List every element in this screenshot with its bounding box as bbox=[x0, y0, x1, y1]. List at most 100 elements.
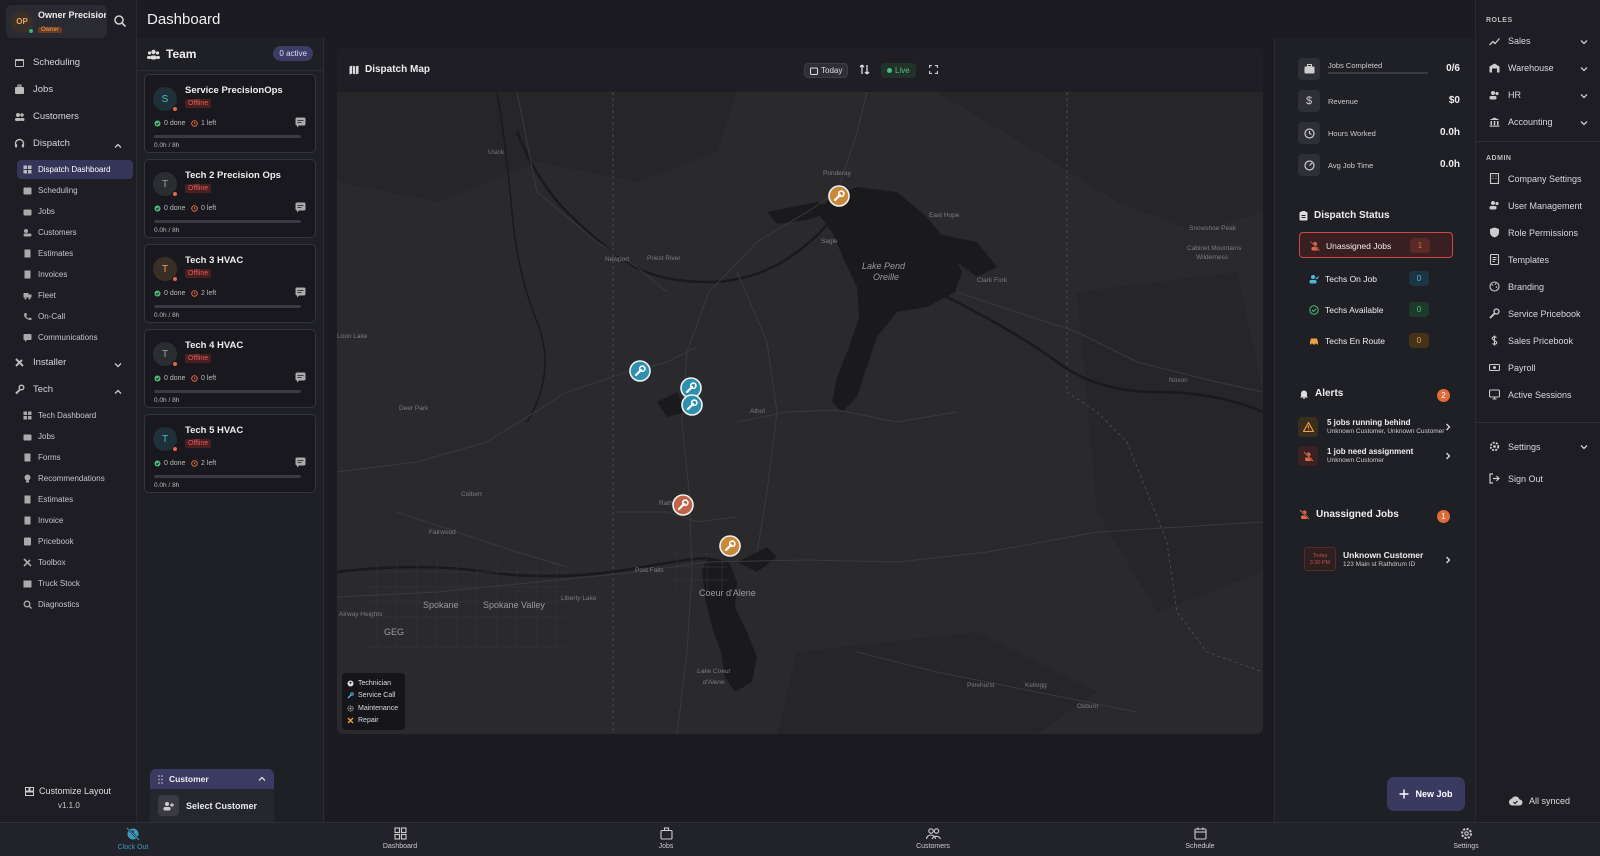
chat-icon[interactable] bbox=[295, 457, 306, 468]
bottom-schedule[interactable]: Schedule bbox=[1170, 827, 1230, 850]
swap-icon[interactable] bbox=[859, 64, 870, 75]
nav-tech-truck-stock[interactable]: Truck Stock bbox=[23, 579, 80, 588]
nav-tech-toolbox[interactable]: Toolbox bbox=[23, 558, 66, 567]
tech-card[interactable]: T Tech 4 HVAC Offline 0 done 0 left 0.0h / 8h bbox=[144, 329, 316, 408]
bottom-clock-out[interactable]: Clock Out bbox=[103, 827, 163, 851]
chevron-down-icon[interactable] bbox=[1580, 119, 1588, 127]
bottom-dashboard-label: Dashboard bbox=[382, 843, 418, 850]
nav-dispatch-oncall[interactable]: On-Call bbox=[23, 312, 65, 321]
fullscreen-icon[interactable] bbox=[929, 65, 938, 74]
sign-out-item[interactable]: Sign Out bbox=[1489, 473, 1543, 484]
admin-role-permissions[interactable]: Role Permissions bbox=[1489, 227, 1578, 238]
bottom-customers[interactable]: Customers bbox=[903, 827, 963, 850]
chevron-down-icon[interactable] bbox=[1580, 443, 1588, 451]
drag-handle-icon[interactable] bbox=[158, 774, 163, 784]
chevron-down-icon[interactable] bbox=[1580, 65, 1588, 73]
nav-tech-diagnostics[interactable]: Diagnostics bbox=[23, 600, 79, 609]
nav-tech-estimates[interactable]: Estimates bbox=[23, 495, 73, 504]
ds-techs-en-route-count: 0 bbox=[1409, 333, 1429, 348]
admin-active-sessions[interactable]: Active Sessions bbox=[1489, 389, 1572, 400]
role-hr[interactable]: HR bbox=[1489, 90, 1521, 100]
nav-tech-invoice[interactable]: Invoice bbox=[23, 516, 63, 525]
admin-payroll[interactable]: Payroll bbox=[1489, 362, 1536, 373]
settings-item[interactable]: Settings bbox=[1489, 441, 1541, 452]
stat-revenue: $ Revenue $0 bbox=[1298, 90, 1460, 112]
search-icon[interactable] bbox=[113, 14, 127, 28]
dispatch-map[interactable]: Newport Priest River Lake PendOreille Clark… bbox=[337, 92, 1263, 734]
nav-installer[interactable]: Installer bbox=[14, 357, 66, 368]
nav-dispatch-estimates[interactable]: Estimates bbox=[23, 249, 73, 258]
nav-installer-label: Installer bbox=[33, 357, 67, 368]
ds-techs-en-route[interactable]: Techs En Route 0 bbox=[1299, 328, 1453, 354]
ds-unassigned-jobs[interactable]: Unassigned Jobs 1 bbox=[1299, 232, 1453, 258]
nav-tech[interactable]: Tech bbox=[14, 384, 53, 395]
chevron-down-icon[interactable] bbox=[1580, 92, 1588, 100]
nav-tech-forms[interactable]: Forms bbox=[23, 453, 61, 462]
chevron-down-icon[interactable] bbox=[1580, 38, 1588, 46]
tech-card[interactable]: T Tech 5 HVAC Offline 0 done 2 left 0.0h / 8h bbox=[144, 414, 316, 493]
nav-customers[interactable]: Customers bbox=[14, 111, 79, 122]
map-place-label: Loon Lake bbox=[337, 333, 368, 340]
chevron-up-icon[interactable] bbox=[114, 388, 122, 396]
nav-dispatch-dashboard-label: Dispatch Dashboard bbox=[38, 165, 111, 174]
tech-card[interactable]: T Tech 2 Precision Ops Offline 0 done 0 left… bbox=[144, 159, 316, 238]
tech-left-count: 0 left bbox=[191, 375, 216, 382]
ds-techs-available[interactable]: Techs Available 0 bbox=[1299, 297, 1453, 323]
chevron-up-icon[interactable] bbox=[114, 142, 122, 150]
nav-dispatch-invoices[interactable]: Invoices bbox=[23, 270, 67, 279]
role-accounting[interactable]: Accounting bbox=[1489, 117, 1553, 127]
chat-icon[interactable] bbox=[295, 117, 306, 128]
chat-icon[interactable] bbox=[295, 372, 306, 383]
tech-card[interactable]: S Service PrecisionOps Offline 0 done 1 left… bbox=[144, 74, 316, 153]
nav-jobs[interactable]: Jobs bbox=[14, 84, 53, 95]
nav-tech-pricebook[interactable]: Pricebook bbox=[23, 537, 74, 546]
nav-dispatch-jobs[interactable]: Jobs bbox=[23, 207, 55, 216]
ds-techs-on-job[interactable]: Techs On Job 0 bbox=[1299, 266, 1453, 292]
user-card[interactable]: OP Owner Precision... Owner bbox=[6, 5, 107, 38]
nav-tech-recommendations[interactable]: Recommendations bbox=[23, 474, 105, 483]
nav-dispatch-scheduling[interactable]: Scheduling bbox=[23, 186, 78, 195]
role-sales[interactable]: Sales bbox=[1489, 36, 1531, 46]
bottom-jobs[interactable]: Jobs bbox=[636, 827, 696, 850]
customer-dock[interactable]: Customer Select Customer bbox=[150, 769, 274, 822]
alert-item-behind[interactable]: 5 jobs running behind Unknown Customer, … bbox=[1298, 414, 1452, 440]
chevron-up-icon[interactable] bbox=[258, 775, 266, 783]
legend-repair-label: Repair bbox=[358, 717, 379, 725]
chat-icon[interactable] bbox=[295, 202, 306, 213]
role-warehouse[interactable]: Warehouse bbox=[1489, 63, 1554, 73]
admin-templates[interactable]: Templates bbox=[1489, 254, 1549, 265]
service-call-marker[interactable] bbox=[629, 360, 651, 382]
tech-card[interactable]: T Tech 3 HVAC Offline 0 done 2 left 0.0h / 8h bbox=[144, 244, 316, 323]
admin-user-management[interactable]: User Management bbox=[1489, 200, 1582, 211]
admin-branding[interactable]: Branding bbox=[1489, 281, 1544, 292]
layout-icon bbox=[25, 786, 34, 796]
nav-dispatch[interactable]: Dispatch bbox=[14, 138, 70, 149]
nav-dispatch-customers[interactable]: Customers bbox=[23, 228, 77, 237]
admin-sales-pricebook[interactable]: Sales Pricebook bbox=[1489, 335, 1573, 346]
customize-layout-button[interactable]: Customize Layout bbox=[25, 786, 111, 796]
customer-dock-header[interactable]: Customer bbox=[150, 769, 274, 789]
select-customer-button[interactable]: Select Customer bbox=[150, 789, 274, 822]
repair-marker[interactable] bbox=[719, 535, 741, 557]
phone-icon bbox=[24, 313, 32, 321]
nav-dispatch-communications[interactable]: Communications bbox=[23, 333, 98, 342]
nav-scheduling[interactable]: Scheduling bbox=[14, 57, 80, 68]
nav-dispatch-dashboard[interactable]: Dispatch Dashboard bbox=[17, 160, 133, 179]
unassigned-job-item[interactable]: Today 3:30 PM Unknown Customer 123 Main s… bbox=[1304, 547, 1452, 573]
bottom-dashboard[interactable]: Dashboard bbox=[370, 827, 430, 850]
today-button[interactable]: Today bbox=[804, 63, 849, 78]
service-call-marker[interactable] bbox=[681, 394, 703, 416]
admin-company-settings[interactable]: Company Settings bbox=[1489, 173, 1582, 184]
repair-marker[interactable] bbox=[672, 494, 694, 516]
repair-marker[interactable] bbox=[828, 185, 850, 207]
chat-icon[interactable] bbox=[295, 287, 306, 298]
nav-tech-dashboard[interactable]: Tech Dashboard bbox=[23, 411, 96, 420]
nav-dispatch-fleet[interactable]: Fleet bbox=[23, 291, 56, 300]
new-job-button[interactable]: New Job bbox=[1387, 777, 1465, 811]
alert-item-assignment[interactable]: 1 job need assignment Unknown Customer bbox=[1298, 443, 1452, 469]
tech-hours: 0.0h / 8h bbox=[154, 397, 180, 404]
nav-tech-jobs[interactable]: Jobs bbox=[23, 432, 55, 441]
admin-service-pricebook[interactable]: Service Pricebook bbox=[1489, 308, 1581, 319]
chevron-down-icon[interactable] bbox=[114, 361, 122, 369]
bottom-settings[interactable]: Settings bbox=[1436, 827, 1496, 850]
